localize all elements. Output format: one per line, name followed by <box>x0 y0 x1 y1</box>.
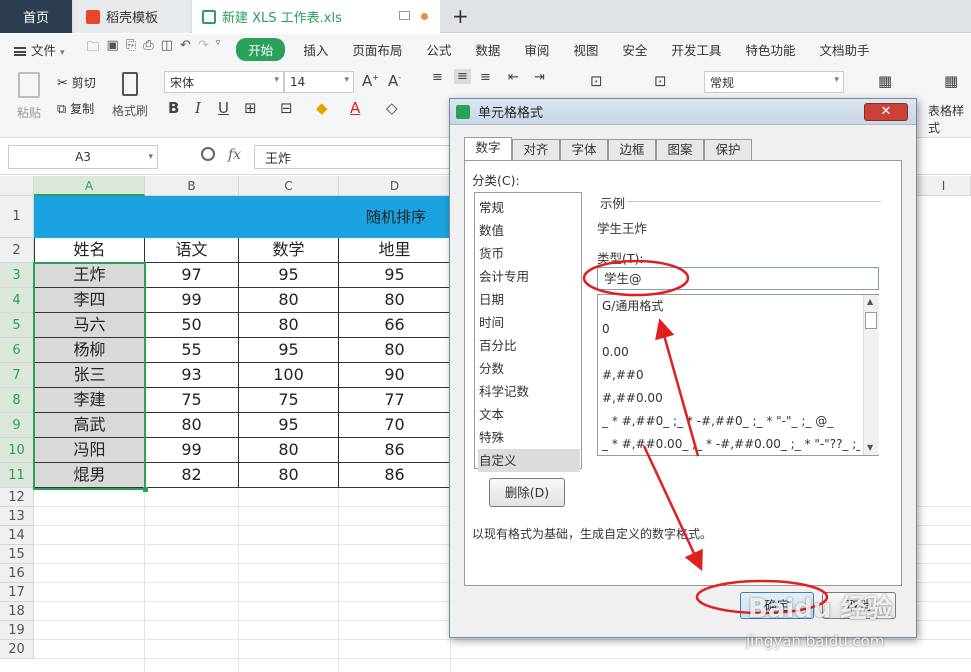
annotation-arrow-down <box>642 445 703 572</box>
annotation-arrow-up <box>655 318 700 457</box>
ok-button-highlight-ellipse <box>695 579 829 615</box>
type-input-highlight-ellipse <box>582 259 690 297</box>
annotation-overlay <box>582 259 829 615</box>
